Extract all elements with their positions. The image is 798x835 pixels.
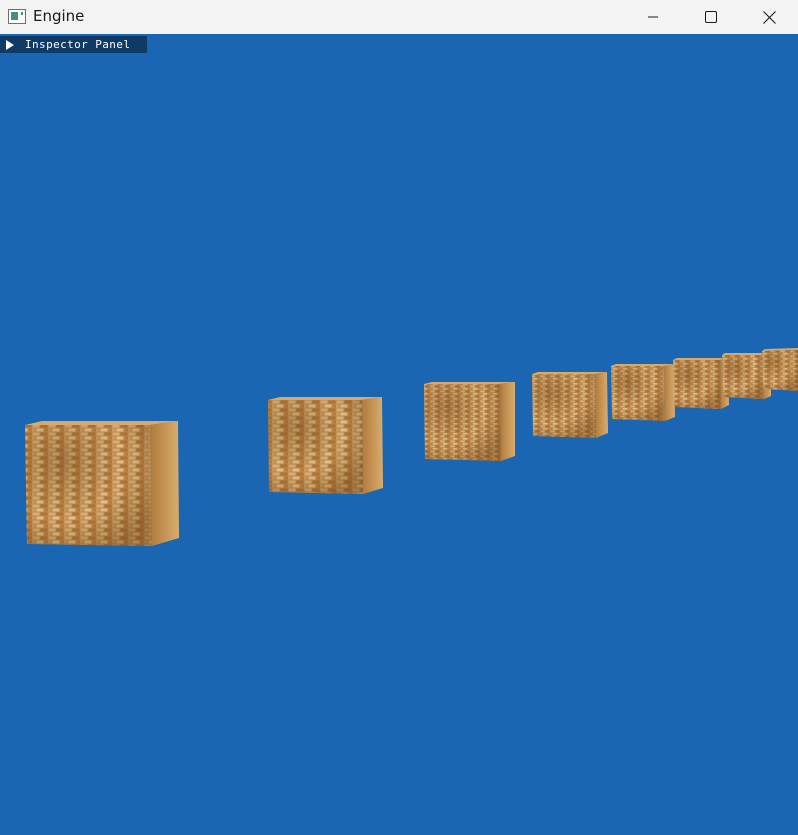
scene-layer [25, 348, 798, 546]
brick-cube-2 [268, 397, 383, 494]
inspector-panel-label: Inspector Panel [25, 38, 131, 51]
brick-cube-3 [424, 382, 515, 461]
brick-cube-5 [611, 364, 675, 421]
brick-cube-1 [25, 421, 179, 546]
brick-cube-6 [673, 358, 729, 409]
triangle-right-icon [6, 39, 14, 50]
brick-cube-8 [762, 348, 798, 391]
brick-cube-4 [532, 372, 608, 438]
inspector-panel-header[interactable]: Inspector Panel [0, 36, 147, 53]
